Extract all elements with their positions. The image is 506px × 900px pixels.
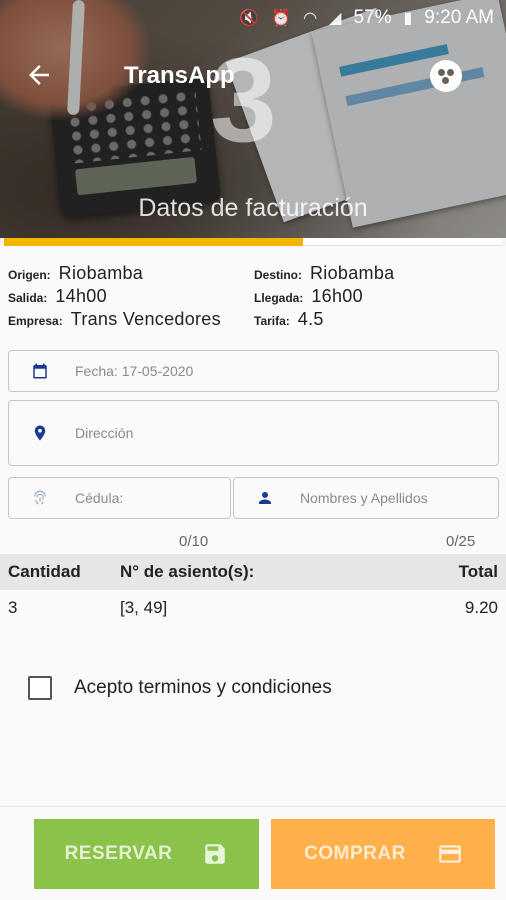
mute-icon: 🔇 [239, 10, 260, 27]
buy-button-label: COMPRAR [304, 843, 406, 864]
fingerprint-icon [31, 489, 49, 507]
row-seats: [3, 49] [120, 598, 168, 617]
address-field-placeholder: Dirección [75, 425, 134, 441]
save-icon [202, 841, 228, 867]
terms-row: Acepto terminos y condiciones [28, 676, 332, 700]
address-field[interactable]: Dirección [8, 400, 499, 466]
row-total: 9.20 [464, 598, 498, 617]
battery-percent: 57% [353, 7, 392, 28]
name-field-placeholder: Nombres y Apellidos [300, 490, 428, 506]
header-image: 🔇 ⏰ ◠ ◢ 57% ▮ 9:20 AM 3 TransApp Datos d… [0, 0, 506, 238]
id-char-counter: 0/10 [179, 533, 209, 550]
step-title: Datos de facturación [138, 194, 368, 222]
departure-value: 14h00 [55, 286, 107, 306]
fare-label: Tarifa: [254, 314, 290, 328]
app-bar: TransApp [0, 50, 506, 106]
header-quantity: Cantidad [8, 562, 81, 581]
location-pin-icon [31, 424, 49, 442]
fare-row: Tarifa: 4.5 [254, 309, 324, 330]
arrival-value: 16h00 [311, 286, 363, 306]
origin-value: Riobamba [58, 263, 144, 283]
app-title: TransApp [124, 62, 235, 89]
terms-label[interactable]: Acepto terminos y condiciones [74, 677, 332, 699]
calendar-icon [31, 362, 49, 380]
origin-label: Origen: [8, 268, 51, 282]
wifi-icon: ◠ [303, 10, 318, 27]
destination-row: Destino: Riobamba [254, 263, 394, 284]
alarm-icon: ⏰ [271, 10, 292, 27]
row-quantity: 3 [8, 598, 18, 617]
header-total: Total [458, 562, 498, 581]
destination-value: Riobamba [310, 263, 395, 283]
reserve-button[interactable]: RESERVAR [34, 819, 259, 889]
header-seats: N° de asiento(s): [120, 562, 255, 581]
person-icon [256, 489, 274, 507]
company-label: Empresa: [8, 314, 63, 328]
id-field-placeholder: Cédula: [75, 490, 124, 506]
profile-menu-icon[interactable] [430, 60, 462, 92]
date-field[interactable]: Fecha: 17-05-2020 [8, 350, 499, 392]
arrival-label: Llegada: [254, 291, 304, 305]
buy-button[interactable]: COMPRAR [271, 819, 495, 889]
date-field-placeholder: Fecha: 17-05-2020 [75, 363, 194, 379]
status-bar: 🔇 ⏰ ◠ ◢ 57% ▮ 9:20 AM [0, 0, 506, 36]
progress-bar [0, 238, 506, 246]
departure-row: Salida: 14h00 [8, 286, 107, 307]
battery-icon: ▮ [403, 10, 413, 27]
back-arrow-icon[interactable] [24, 60, 58, 94]
arrival-row: Llegada: 16h00 [254, 286, 363, 307]
fare-value: 4.5 [297, 309, 324, 329]
clock: 9:20 AM [424, 7, 494, 28]
reserve-button-label: RESERVAR [64, 843, 173, 864]
progress-fill [4, 238, 303, 246]
signal-icon: ◢ [329, 10, 342, 27]
destination-label: Destino: [254, 268, 302, 282]
company-value: Trans Vencedores [70, 309, 221, 329]
name-char-counter: 0/25 [446, 533, 476, 550]
id-field[interactable]: Cédula: [8, 477, 231, 519]
bottom-action-bar: RESERVAR COMPRAR [0, 806, 506, 900]
summary-table-header: Cantidad N° de asiento(s): Total [0, 554, 506, 590]
credit-card-icon [436, 841, 462, 867]
name-field[interactable]: Nombres y Apellidos [233, 477, 499, 519]
company-row: Empresa: Trans Vencedores [8, 309, 221, 330]
terms-checkbox[interactable] [28, 676, 52, 700]
origin-row: Origen: Riobamba [8, 263, 143, 284]
departure-label: Salida: [8, 291, 48, 305]
